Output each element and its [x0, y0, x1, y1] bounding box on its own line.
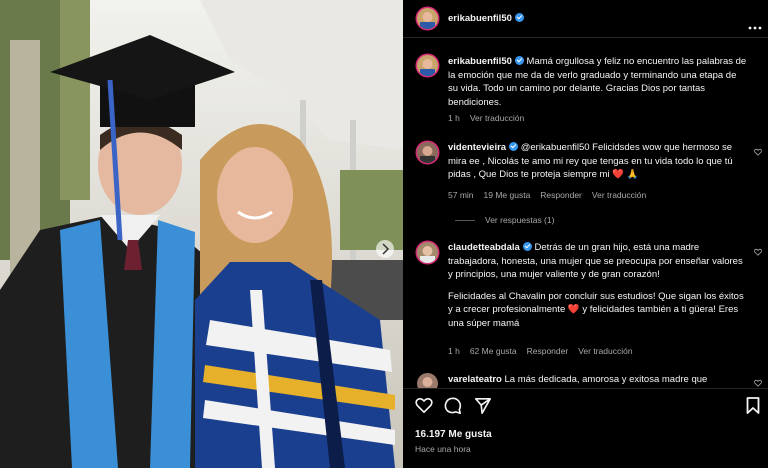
comment-text-2: Felicidades al Chavalin por concluir sus…	[448, 290, 744, 329]
comment-icon[interactable]	[444, 397, 462, 415]
post-author-avatar[interactable]	[417, 8, 438, 29]
caption-meta: 1 h Ver traducción	[448, 113, 534, 123]
comment-reply[interactable]: Responder	[540, 190, 582, 200]
comment-clip: varelateatro La más dedicada, amorosa y …	[403, 370, 768, 388]
verified-icon	[514, 56, 524, 65]
caption-translate[interactable]: Ver traducción	[470, 113, 524, 123]
comment-likes[interactable]: 62 Me gusta	[470, 346, 517, 356]
heart-icon[interactable]	[754, 379, 762, 387]
bookmark-icon[interactable]	[746, 397, 760, 414]
actions-divider	[403, 388, 768, 389]
comment-meta: 1 h 62 Me gusta Responder Ver traducción	[448, 346, 643, 356]
graduation-photo	[0, 0, 403, 468]
comment-time: 1 h	[448, 346, 460, 356]
header-divider	[403, 37, 768, 38]
verified-icon	[509, 142, 519, 151]
comment-username[interactable]: claudetteabdala	[448, 242, 520, 253]
caption: erikabuenfil50 Mamá orgullosa y feliz no…	[448, 55, 748, 109]
comment-likes[interactable]: 19 Me gusta	[484, 190, 531, 200]
comment-avatar[interactable]	[417, 373, 438, 388]
post-author-username[interactable]: erikabuenfil50	[448, 13, 524, 24]
comment-avatar[interactable]	[417, 242, 438, 263]
caption-username[interactable]: erikabuenfil50	[448, 56, 512, 67]
more-icon[interactable]	[748, 17, 762, 30]
caption-avatar[interactable]	[417, 55, 438, 76]
comment-avatar[interactable]	[417, 142, 438, 163]
view-replies[interactable]: Ver respuestas (1)	[455, 215, 554, 225]
replies-line	[455, 220, 475, 222]
comment-username[interactable]: varelateatro	[448, 374, 502, 385]
heart-icon[interactable]	[754, 248, 762, 256]
share-icon[interactable]	[474, 397, 492, 415]
comment-username[interactable]: videntevieira	[448, 142, 506, 153]
verified-icon	[522, 242, 532, 251]
likes-count[interactable]: 16.197 Me gusta	[415, 429, 492, 440]
comment: videntevieira @erikabuenfil50 Felicidsde…	[448, 141, 743, 182]
comment-translate[interactable]: Ver traducción	[592, 190, 646, 200]
post-sidebar: erikabuenfil50 erikabuenfil50 Mamá orgul…	[403, 0, 768, 468]
post-photo	[0, 0, 403, 468]
comment: claudetteabdala Detrás de un gran hijo, …	[448, 241, 746, 330]
comment-translate[interactable]: Ver traducción	[578, 346, 632, 356]
comment-time: 57 min	[448, 190, 474, 200]
comment-meta: 57 min 19 Me gusta Responder Ver traducción	[448, 190, 656, 200]
comment-text: La más dedicada, amorosa y exitosa madre…	[504, 374, 708, 385]
heart-icon[interactable]	[754, 148, 762, 156]
comment: varelateatro La más dedicada, amorosa y …	[448, 373, 743, 387]
heart-icon[interactable]	[415, 397, 433, 414]
verified-icon	[514, 13, 524, 22]
caption-time: 1 h	[448, 113, 460, 123]
post-time: Hace una hora	[415, 444, 471, 454]
next-arrow-icon[interactable]	[376, 240, 394, 258]
comment-reply[interactable]: Responder	[527, 346, 569, 356]
